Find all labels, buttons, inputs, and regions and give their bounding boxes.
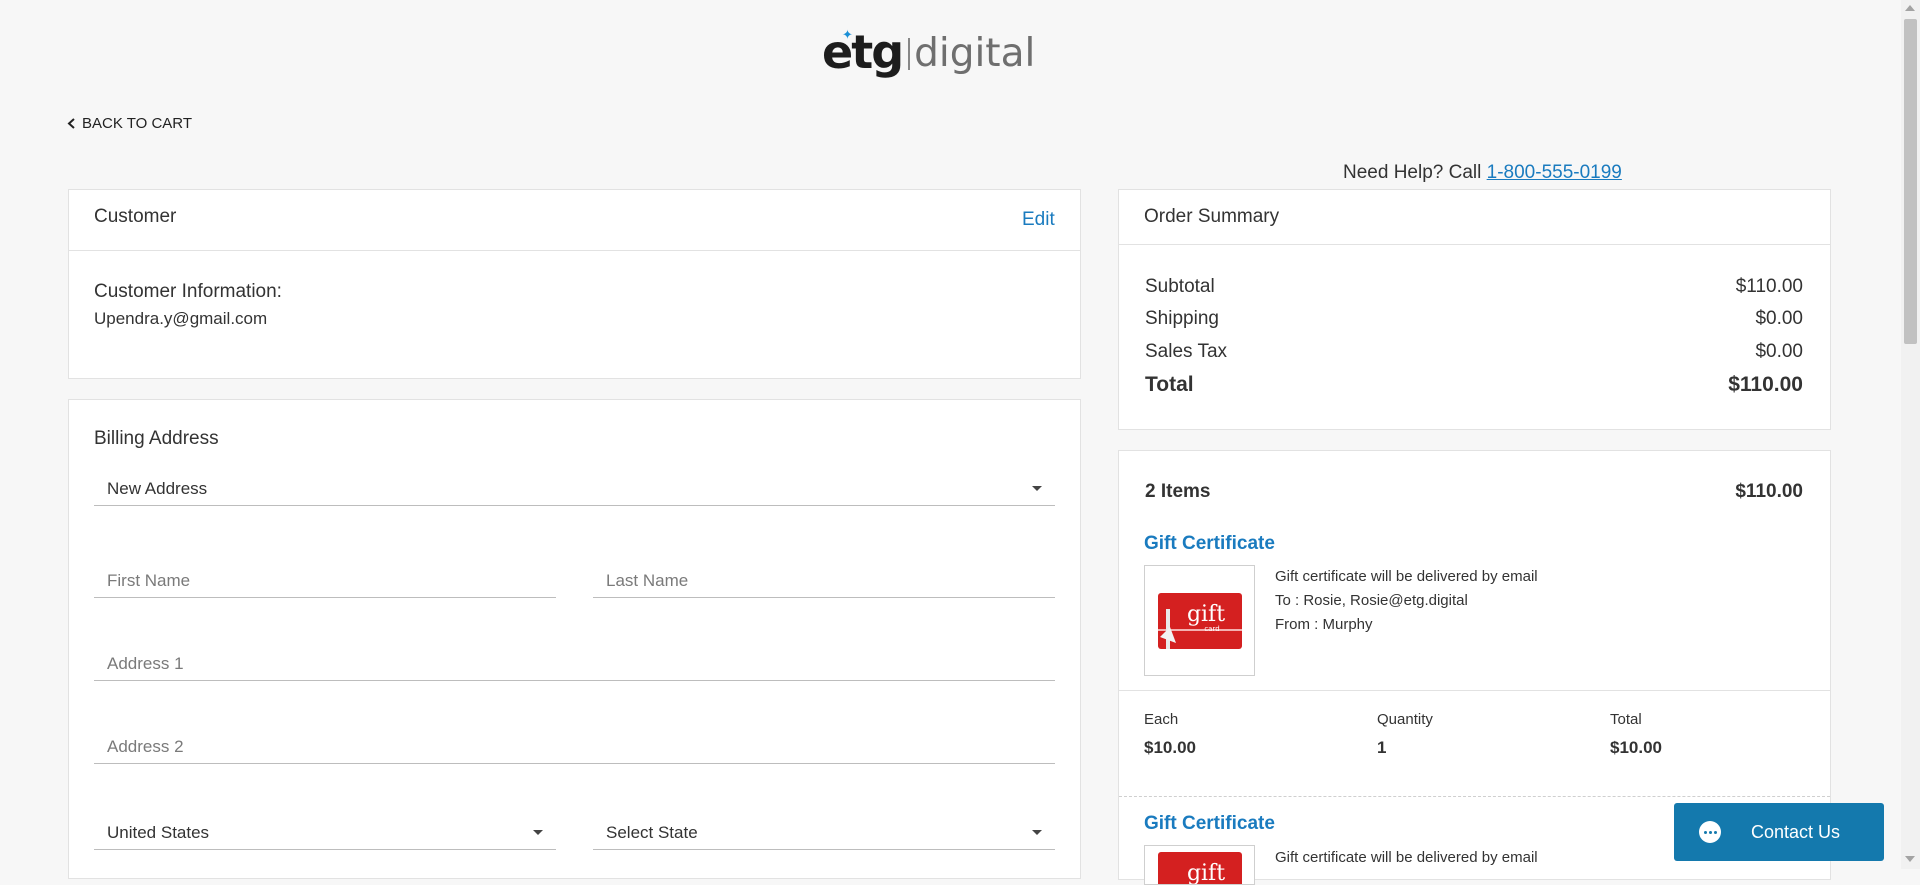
line-total-value: $10.00 xyxy=(1610,738,1662,757)
billing-card xyxy=(68,399,1081,879)
scrollbar-thumb[interactable] xyxy=(1904,19,1917,344)
gift-card-text: gift xyxy=(1186,602,1224,627)
logo-separator xyxy=(908,38,911,70)
state-select-value: Select State xyxy=(606,822,698,842)
state-select[interactable]: Select State xyxy=(593,816,1055,850)
last-name-input[interactable] xyxy=(593,564,1055,598)
chevron-left-icon xyxy=(67,118,75,129)
item-desc-from: From : Murphy xyxy=(1275,616,1373,633)
item-separator xyxy=(1119,796,1830,797)
contact-us-label: Contact Us xyxy=(1751,821,1841,842)
item-description: Gift certificate will be delivered by em… xyxy=(1275,565,1538,637)
logo-etg: etg xyxy=(822,25,904,79)
customer-email: Upendra.y@gmail.com xyxy=(94,309,268,328)
gift-card-subtext: card xyxy=(1204,625,1219,633)
gift-card-image[interactable]: gift xyxy=(1144,845,1255,885)
quantity-value: 1 xyxy=(1377,738,1387,757)
address-select-value: New Address xyxy=(107,478,208,498)
address1-input[interactable] xyxy=(94,647,1055,681)
summary-divider xyxy=(1119,244,1830,245)
total-label: Total xyxy=(1145,373,1194,396)
each-value: $10.00 xyxy=(1144,738,1196,757)
scroll-up-arrow-icon[interactable] xyxy=(1905,5,1915,11)
sales-tax-value: $0.00 xyxy=(1755,341,1803,362)
customer-divider xyxy=(69,250,1080,251)
help-text: Need Help? Call xyxy=(1343,162,1487,183)
country-select[interactable]: United States xyxy=(94,816,556,850)
brand-logo[interactable]: etg ✦ digital xyxy=(822,22,1035,82)
line-total-label: Total xyxy=(1610,711,1642,728)
contact-us-button[interactable]: Contact Us xyxy=(1674,803,1884,861)
quantity-label: Quantity xyxy=(1377,711,1433,728)
caret-down-icon xyxy=(1032,830,1042,835)
gift-card-image[interactable]: gift card xyxy=(1144,565,1255,676)
edit-customer-button[interactable]: Edit xyxy=(1022,209,1055,231)
customer-title: Customer xyxy=(94,206,177,227)
item-description: Gift certificate will be delivered by em… xyxy=(1275,846,1538,870)
items-total: $110.00 xyxy=(1735,481,1803,502)
total-value: $110.00 xyxy=(1728,373,1803,396)
subtotal-label: Subtotal xyxy=(1145,276,1215,297)
help-line: Need Help? Call 1-800-555-0199 xyxy=(1343,162,1622,184)
shipping-value: $0.00 xyxy=(1755,308,1803,329)
sales-tax-label: Sales Tax xyxy=(1145,341,1228,362)
chat-bubble-icon xyxy=(1699,821,1721,843)
subtotal-value: $110.00 xyxy=(1735,276,1803,297)
item-desc-line: Gift certificate will be delivered by em… xyxy=(1275,849,1538,866)
gift-card-text: gift xyxy=(1186,861,1224,885)
caret-down-icon xyxy=(533,830,543,835)
item-divider xyxy=(1119,690,1830,691)
gift-card-icon: gift xyxy=(1157,852,1242,885)
billing-title: Billing Address xyxy=(94,428,219,449)
item-desc-to: To : Rosie, Rosie@etg.digital xyxy=(1275,592,1468,609)
help-phone-link[interactable]: 1-800-555-0199 xyxy=(1487,162,1622,183)
order-summary-title: Order Summary xyxy=(1144,206,1280,227)
items-count: 2 Items xyxy=(1145,481,1211,502)
each-label: Each xyxy=(1144,711,1179,728)
item-name-link[interactable]: Gift Certificate xyxy=(1144,813,1275,835)
scroll-down-arrow-icon[interactable] xyxy=(1905,856,1915,862)
back-to-cart-label: BACK TO CART xyxy=(82,115,193,132)
logo-digital: digital xyxy=(914,30,1036,76)
address-select[interactable]: New Address xyxy=(94,472,1055,506)
first-name-input[interactable] xyxy=(94,564,556,598)
logo-star-icon: ✦ xyxy=(842,27,853,42)
gift-card-icon: gift card xyxy=(1157,592,1242,649)
caret-down-icon xyxy=(1032,486,1042,491)
address2-input[interactable] xyxy=(94,730,1055,764)
back-to-cart-link[interactable]: BACK TO CART xyxy=(67,115,192,132)
item-desc-line: Gift certificate will be delivered by em… xyxy=(1275,568,1538,585)
country-select-value: United States xyxy=(107,822,210,842)
shipping-label: Shipping xyxy=(1145,308,1219,329)
item-name-link[interactable]: Gift Certificate xyxy=(1144,533,1275,555)
customer-info-label: Customer Information: xyxy=(94,281,282,302)
